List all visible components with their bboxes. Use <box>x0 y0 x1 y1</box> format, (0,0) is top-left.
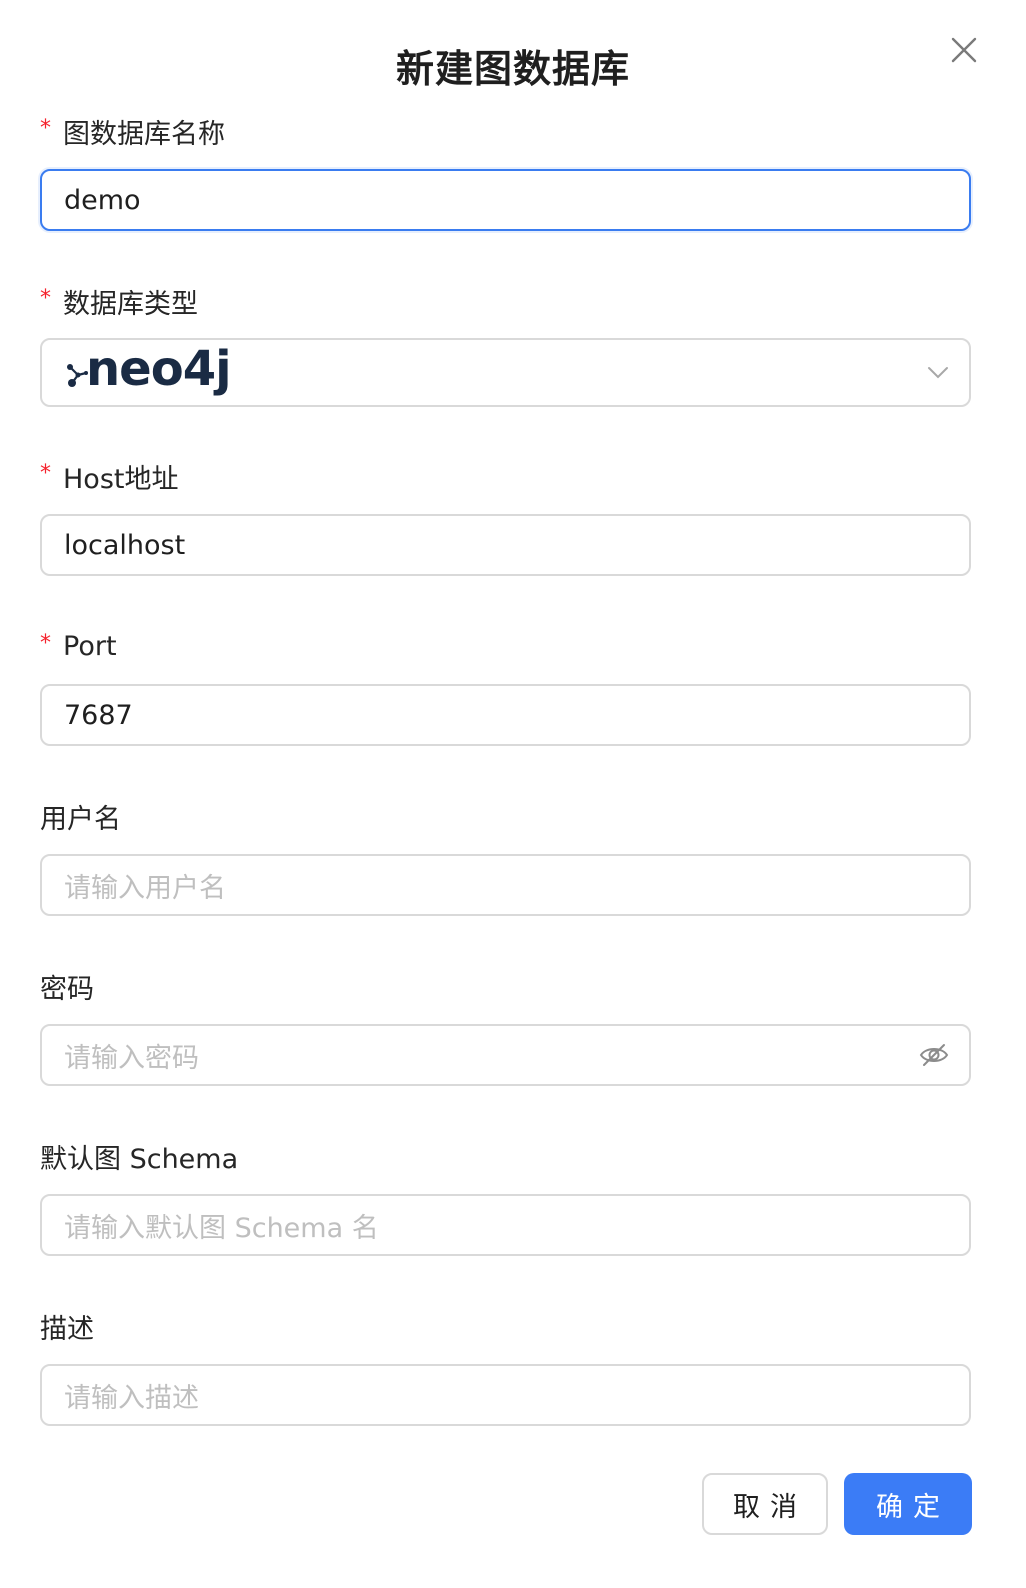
chevron-down-icon <box>928 366 948 378</box>
description-input[interactable]: 请输入描述 <box>40 1364 971 1426</box>
port-label-text: Port <box>63 630 117 662</box>
password-label-text: 密码 <box>40 973 94 1005</box>
host-input-value: localhost <box>64 529 186 561</box>
required-mark: * <box>40 630 51 656</box>
neo4j-graph-icon <box>67 363 88 387</box>
schema-input[interactable]: 请输入默认图 Schema 名 <box>40 1194 971 1256</box>
description-label-text: 描述 <box>40 1313 94 1345</box>
name-label-text: 图数据库名称 <box>63 118 225 150</box>
neo4j-wordmark: neo4j <box>86 340 232 397</box>
port-input[interactable]: 7687 <box>40 684 971 746</box>
username-input[interactable]: 请输入用户名 <box>40 854 971 916</box>
db-type-select[interactable]: neo4j <box>40 338 971 407</box>
username-placeholder: 请输入用户名 <box>64 872 226 904</box>
password-visibility-toggle[interactable] <box>919 1042 949 1068</box>
close-button[interactable] <box>944 30 984 70</box>
username-label-text: 用户名 <box>40 803 121 835</box>
dialog-title: 新建图数据库 <box>395 47 630 91</box>
required-mark: * <box>40 460 51 486</box>
db-type-label-text: 数据库类型 <box>63 288 198 320</box>
host-label: * Host地址 <box>40 458 179 495</box>
password-placeholder: 请输入密码 <box>64 1042 199 1074</box>
db-type-label: * 数据库类型 <box>40 283 198 320</box>
close-icon <box>951 37 977 63</box>
host-input[interactable]: localhost <box>40 514 971 576</box>
cancel-button[interactable]: 取消 <box>702 1473 828 1535</box>
required-mark: * <box>40 115 51 141</box>
description-placeholder: 请输入描述 <box>64 1382 199 1414</box>
host-label-text: Host地址 <box>63 463 179 495</box>
name-label: * 图数据库名称 <box>40 113 225 150</box>
schema-label: 默认图 Schema <box>40 1138 239 1175</box>
confirm-button[interactable]: 确定 <box>844 1473 972 1535</box>
name-input[interactable]: demo <box>40 169 971 231</box>
port-label: * Port <box>40 628 117 664</box>
username-label: 用户名 <box>40 798 121 835</box>
password-label: 密码 <box>40 968 94 1005</box>
schema-placeholder: 请输入默认图 Schema 名 <box>64 1212 379 1244</box>
eye-invisible-icon <box>919 1044 949 1066</box>
neo4j-logo: neo4j <box>64 340 232 403</box>
create-graph-db-dialog: 新建图数据库 * 图数据库名称 demo * 数据库类型 neo4j * Hos… <box>0 0 1026 1588</box>
schema-label-text: 默认图 Schema <box>40 1143 239 1175</box>
required-mark: * <box>40 285 51 311</box>
description-label: 描述 <box>40 1308 94 1345</box>
name-input-value: demo <box>64 184 141 216</box>
port-input-value: 7687 <box>64 699 133 731</box>
password-input[interactable]: 请输入密码 <box>40 1024 971 1086</box>
